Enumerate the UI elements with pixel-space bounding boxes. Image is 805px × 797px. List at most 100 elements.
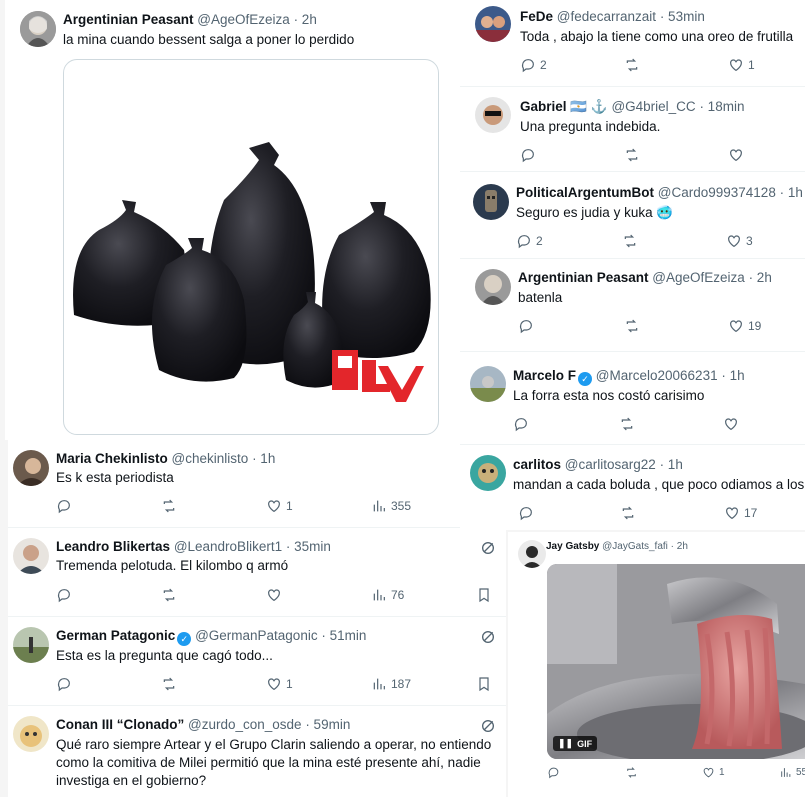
author-name[interactable]: German Patagonic (56, 628, 175, 643)
reply-tweet[interactable]: PoliticalArgentumBot @Cardo999374128 · 1… (460, 172, 805, 258)
retweet-button[interactable] (625, 766, 638, 779)
reply-tweet[interactable]: Maria Chekinlisto @chekinlisto · 1h Es k… (8, 440, 506, 527)
author-name[interactable]: Leandro Blikertas (56, 539, 170, 554)
like-button[interactable]: 1 (728, 57, 755, 73)
reply-tweet[interactable]: Leandro Blikertas @LeandroBlikert1 · 35m… (8, 528, 506, 616)
views-button[interactable]: 355 (371, 498, 411, 514)
timestamp[interactable]: · 53min (660, 9, 705, 24)
like-button[interactable] (728, 147, 744, 163)
retweet-button[interactable] (624, 318, 640, 334)
timestamp[interactable]: · 1h (780, 185, 803, 200)
reply-tweet[interactable]: Argentinian Peasant @AgeOfEzeiza · 2h ba… (460, 259, 805, 351)
like-button[interactable]: 3 (726, 233, 753, 249)
reply-tweet[interactable]: FeDe @fedecarranzait · 53min Toda , abaj… (460, 0, 805, 86)
author-name[interactable]: Marcelo F (513, 368, 576, 383)
like-button[interactable]: 19 (728, 318, 761, 334)
author-handle[interactable]: @LeandroBlikert1 (174, 539, 282, 554)
like-button[interactable]: 1 (266, 498, 293, 514)
timestamp[interactable]: · 1h (721, 368, 744, 383)
reply-button[interactable] (518, 318, 534, 334)
author-handle[interactable]: @Marcelo20066231 (596, 368, 718, 383)
pause-icon[interactable]: ❚❚ (558, 738, 573, 749)
retweet-button[interactable] (624, 57, 640, 73)
avatar[interactable] (13, 627, 49, 663)
views-button[interactable]: 76 (371, 587, 404, 603)
like-button[interactable]: 1 (266, 676, 293, 692)
like-button[interactable]: 1 (702, 766, 725, 779)
bookmark-button[interactable] (476, 587, 492, 603)
author-handle[interactable]: @AgeOfEzeiza (197, 12, 290, 27)
tweet-image[interactable] (63, 59, 439, 435)
gif-tweet-panel[interactable]: Jay Gatsby @JayGats_fafi · 2h ❚❚ GIF 1 55 (508, 532, 805, 797)
author-name[interactable]: Conan III “Clonado” (56, 717, 184, 732)
like-button[interactable] (266, 587, 286, 603)
timestamp[interactable]: · 35min (286, 539, 331, 554)
views-button[interactable]: 187 (371, 676, 411, 692)
reply-button[interactable] (520, 147, 536, 163)
bookmark-button[interactable] (476, 676, 492, 692)
author-handle[interactable]: @AgeOfEzeiza (652, 270, 745, 285)
avatar[interactable] (13, 450, 49, 486)
reply-tweet[interactable]: Conan III “Clonado” @zurdo_con_osde · 59… (8, 706, 506, 797)
views-button[interactable]: 55 (779, 766, 805, 779)
gif-badge[interactable]: ❚❚ GIF (553, 736, 598, 751)
avatar[interactable] (475, 97, 511, 133)
avatar[interactable] (13, 538, 49, 574)
timestamp[interactable]: · 2h (749, 270, 772, 285)
grok-icon[interactable] (480, 718, 496, 734)
author-handle[interactable]: @zurdo_con_osde (188, 717, 302, 732)
like-button[interactable] (723, 416, 739, 432)
retweet-button[interactable] (620, 505, 636, 521)
timestamp[interactable]: · 18min (699, 99, 744, 114)
author-handle[interactable]: @carlitosarg22 (565, 457, 656, 472)
author-name[interactable]: PoliticalArgentumBot (516, 185, 654, 200)
like-button[interactable]: 17 (724, 505, 757, 521)
retweet-button[interactable] (161, 587, 177, 603)
author-handle[interactable]: @chekinlisto (172, 451, 249, 466)
author-name[interactable]: Gabriel (520, 99, 567, 114)
grok-icon[interactable] (480, 540, 496, 556)
retweet-button[interactable] (619, 416, 635, 432)
author-name[interactable]: Argentinian Peasant (63, 12, 194, 27)
timestamp[interactable]: · 1h (660, 457, 683, 472)
author-name[interactable]: Argentinian Peasant (518, 270, 649, 285)
timestamp[interactable]: · 1h (252, 451, 275, 466)
retweet-button[interactable] (624, 147, 640, 163)
avatar[interactable] (20, 11, 56, 47)
reply-tweet[interactable]: German Patagonic ✓ @GermanPatagonic · 51m… (8, 617, 506, 705)
timestamp[interactable]: · 2h (294, 12, 317, 27)
avatar[interactable] (475, 6, 511, 42)
reply-button[interactable] (56, 498, 72, 514)
avatar[interactable] (475, 269, 511, 305)
reply-tweet[interactable]: carlitos @carlitosarg22 · 1h mandan a ca… (460, 445, 805, 530)
gif-media[interactable]: ❚❚ GIF (547, 564, 805, 759)
reply-button[interactable] (513, 416, 529, 432)
author-name[interactable]: Maria Chekinlisto (56, 451, 168, 466)
reply-button[interactable] (547, 766, 560, 779)
author-name[interactable]: FeDe (520, 9, 553, 24)
avatar[interactable] (470, 366, 506, 402)
avatar[interactable] (470, 455, 506, 491)
retweet-button[interactable] (161, 676, 177, 692)
reply-button[interactable] (518, 505, 534, 521)
timestamp[interactable]: · 2h (671, 541, 688, 552)
timestamp[interactable]: · 51min (321, 628, 366, 643)
author-name[interactable]: Jay Gatsby (546, 541, 599, 552)
author-handle[interactable]: @Cardo999374128 (658, 185, 776, 200)
author-name[interactable]: carlitos (513, 457, 561, 472)
avatar[interactable] (518, 540, 546, 568)
author-handle[interactable]: @GermanPatagonic (195, 628, 318, 643)
retweet-button[interactable] (161, 498, 177, 514)
reply-button[interactable]: 2 (520, 57, 547, 73)
reply-button[interactable] (56, 587, 72, 603)
avatar[interactable] (473, 184, 509, 220)
avatar[interactable] (13, 716, 49, 752)
retweet-button[interactable] (622, 233, 638, 249)
author-handle[interactable]: @JayGats_fafi (602, 541, 668, 552)
timestamp[interactable]: · 59min (305, 717, 350, 732)
grok-icon[interactable] (480, 629, 496, 645)
reply-tweet[interactable]: Gabriel 🇦🇷 ⚓ @G4briel_CC · 18min Una pre… (460, 87, 805, 171)
reply-button[interactable] (56, 676, 72, 692)
reply-tweet[interactable]: Marcelo F ✓ @Marcelo20066231 · 1h La forr… (460, 352, 805, 444)
reply-button[interactable]: 2 (516, 233, 543, 249)
